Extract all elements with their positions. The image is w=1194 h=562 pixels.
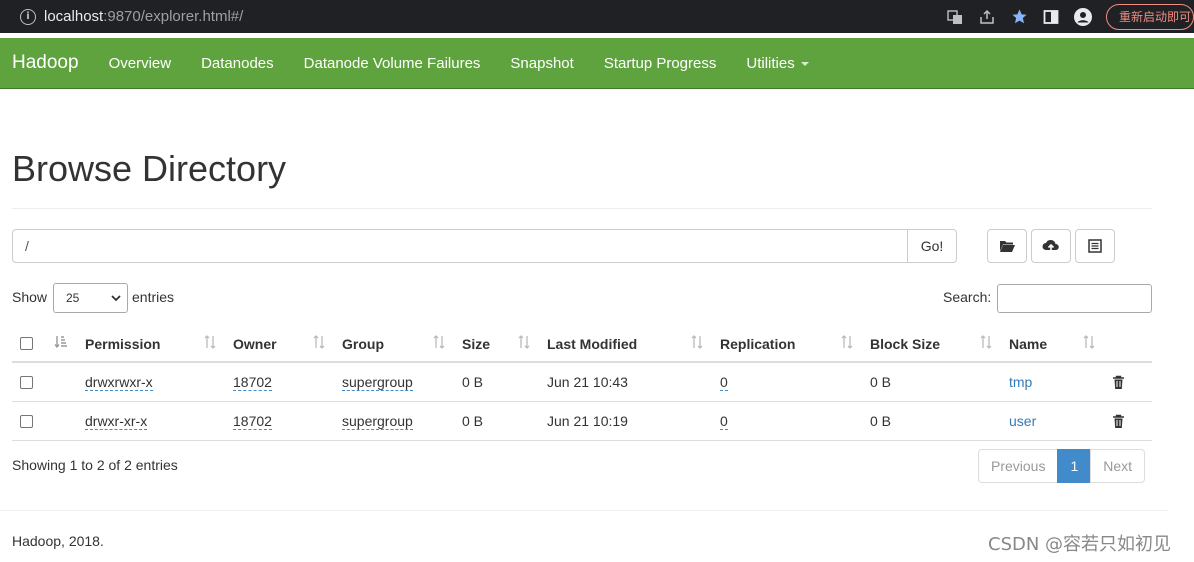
chevron-down-icon: [111, 295, 121, 302]
directory-path-input[interactable]: [12, 229, 908, 263]
nav-datanodes[interactable]: Datanodes: [186, 55, 289, 72]
create-directory-button[interactable]: [987, 229, 1027, 263]
sort-icon[interactable]: [979, 334, 993, 353]
col-name[interactable]: Name: [1009, 326, 1047, 361]
show-label: Show: [12, 289, 48, 305]
site-info-icon[interactable]: i: [20, 8, 36, 25]
name-link[interactable]: tmp: [1009, 363, 1032, 401]
block-size-value: 0 B: [870, 413, 892, 429]
replication-value[interactable]: 0: [720, 413, 728, 430]
list-alt-icon: [1088, 239, 1102, 253]
brand-logo[interactable]: Hadoop: [12, 52, 79, 74]
trash-icon[interactable]: [1112, 402, 1125, 440]
sort-icon[interactable]: [517, 334, 531, 353]
page-title: Browse Directory: [12, 148, 287, 189]
size-value: 0 B: [462, 374, 484, 390]
owner-value[interactable]: 18702: [233, 413, 272, 430]
owner-value[interactable]: 18702: [233, 374, 272, 391]
side-panel-icon[interactable]: [1042, 8, 1060, 26]
sort-icon[interactable]: [840, 334, 854, 353]
pagination: Previous 1 Next: [978, 449, 1146, 483]
permission-value[interactable]: drwxrwxr-x: [85, 374, 153, 391]
divider: [12, 208, 1152, 209]
cut-paste-button[interactable]: [1075, 229, 1115, 263]
folder-open-icon: [1000, 241, 1015, 252]
entries-value: 25: [66, 291, 80, 305]
col-permission[interactable]: Permission: [85, 326, 160, 361]
footer-divider: [0, 510, 1168, 511]
name-link[interactable]: user: [1009, 402, 1036, 440]
url-path: :9870/explorer.html#/: [103, 8, 244, 25]
upload-button[interactable]: [1031, 229, 1071, 263]
size-value: 0 B: [462, 413, 484, 429]
previous-button[interactable]: Previous: [978, 449, 1059, 483]
sort-amount-icon[interactable]: [54, 334, 68, 353]
group-value[interactable]: supergroup: [342, 374, 413, 391]
address-bar[interactable]: localhost:9870/explorer.html#/: [44, 8, 243, 25]
directory-table: Permission Owner Group Size Last Modifie…: [12, 326, 1152, 441]
go-button[interactable]: Go!: [907, 229, 957, 263]
entries-label: entries: [132, 289, 175, 305]
nav-volume-failures[interactable]: Datanode Volume Failures: [289, 55, 496, 72]
bookmark-star-icon[interactable]: [1010, 8, 1028, 26]
replication-value[interactable]: 0: [720, 374, 728, 391]
col-last-modified[interactable]: Last Modified: [547, 326, 637, 361]
col-group[interactable]: Group: [342, 326, 384, 361]
page-1-button[interactable]: 1: [1057, 449, 1092, 483]
sort-icon[interactable]: [203, 334, 217, 353]
cloud-upload-icon: [1042, 239, 1059, 252]
row-checkbox[interactable]: [20, 402, 33, 440]
modified-value: Jun 21 10:19: [547, 413, 628, 429]
nav-overview[interactable]: Overview: [94, 55, 187, 72]
sort-icon[interactable]: [1082, 334, 1096, 353]
row-checkbox[interactable]: [20, 363, 33, 401]
col-owner[interactable]: Owner: [233, 326, 277, 361]
nav-utilities[interactable]: Utilities: [731, 55, 823, 72]
footer-text: Hadoop, 2018.: [12, 533, 104, 549]
col-size[interactable]: Size: [462, 326, 490, 361]
relaunch-button[interactable]: 重新启动即可: [1106, 3, 1194, 30]
permission-value[interactable]: drwxr-xr-x: [85, 413, 148, 430]
nav-utilities-label: Utilities: [746, 54, 795, 72]
browser-toolbar: i localhost:9870/explorer.html#/ 重新启动即可: [0, 0, 1194, 33]
group-value[interactable]: supergroup: [342, 413, 413, 430]
block-size-value: 0 B: [870, 374, 892, 390]
sort-icon[interactable]: [312, 334, 326, 353]
search-input[interactable]: [997, 284, 1152, 313]
share-icon[interactable]: [978, 8, 996, 26]
modified-value: Jun 21 10:43: [547, 374, 628, 390]
col-block-size[interactable]: Block Size: [870, 326, 940, 361]
sort-icon[interactable]: [690, 334, 704, 353]
sort-icon[interactable]: [432, 334, 446, 353]
url-host: localhost: [44, 8, 104, 25]
select-all-checkbox[interactable]: [20, 326, 33, 361]
table-row: drwxr-xr-x 18702 supergroup 0 B Jun 21 1…: [12, 402, 1152, 441]
search-label: Search:: [943, 289, 992, 305]
next-button[interactable]: Next: [1090, 449, 1146, 483]
table-row: drwxrwxr-x 18702 supergroup 0 B Jun 21 1…: [12, 363, 1152, 402]
table-header-row: Permission Owner Group Size Last Modifie…: [12, 326, 1152, 363]
caret-down-icon: [800, 61, 809, 66]
translate-icon[interactable]: [946, 8, 964, 26]
entries-per-page-select[interactable]: 25: [53, 283, 128, 313]
entries-summary: Showing 1 to 2 of 2 entries: [12, 457, 178, 473]
trash-icon[interactable]: [1112, 363, 1125, 401]
hadoop-navbar: Hadoop Overview Datanodes Datanode Volum…: [0, 38, 1194, 89]
nav-snapshot[interactable]: Snapshot: [495, 55, 588, 72]
nav-startup-progress[interactable]: Startup Progress: [589, 55, 732, 72]
profile-icon[interactable]: [1074, 7, 1092, 26]
csdn-watermark: CSDN @容若只如初见: [988, 534, 1172, 555]
col-replication[interactable]: Replication: [720, 326, 795, 361]
